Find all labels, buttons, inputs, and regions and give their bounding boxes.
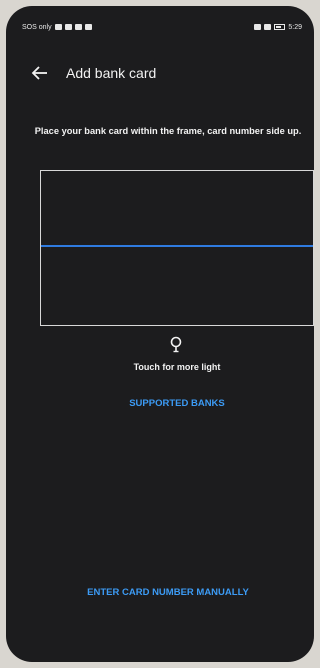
status-sos-text: SOS only: [22, 23, 52, 31]
supported-banks-link[interactable]: SUPPORTED BANKS: [0, 398, 320, 409]
wifi-icon: [64, 24, 72, 30]
sim-icon: [54, 24, 62, 30]
vibrate-icon: [264, 24, 272, 30]
page-title: Add bank card: [66, 65, 157, 81]
status-right: 5:29: [254, 24, 302, 31]
enter-manually-button[interactable]: ENTER CARD NUMBER MANUALLY: [0, 587, 320, 598]
enter-manually-label: ENTER CARD NUMBER MANUALLY: [87, 587, 249, 598]
bulb-icon[interactable]: [169, 336, 183, 354]
status-left: SOS only: [22, 24, 92, 31]
battery-icon: [274, 24, 286, 30]
status-time: 5:29: [288, 23, 302, 31]
arrow-left-icon[interactable]: [30, 63, 50, 83]
app-bar: Add bank card: [30, 60, 156, 86]
nfc-icon: [254, 24, 262, 30]
more-light-label: Touch for more light: [133, 362, 221, 372]
scan-instruction: Place your bank card within the frame, c…: [34, 126, 302, 136]
supported-banks-label: SUPPORTED BANKS: [129, 398, 225, 409]
message-icon: [84, 24, 92, 30]
card-scan-frame: [40, 170, 314, 326]
status-bar: SOS only 5:29: [22, 20, 302, 34]
more-light-button[interactable]: Touch for more light: [0, 362, 320, 372]
phone-frame: [6, 6, 314, 662]
scan-line: [41, 245, 313, 247]
notification-icon: [74, 24, 82, 30]
